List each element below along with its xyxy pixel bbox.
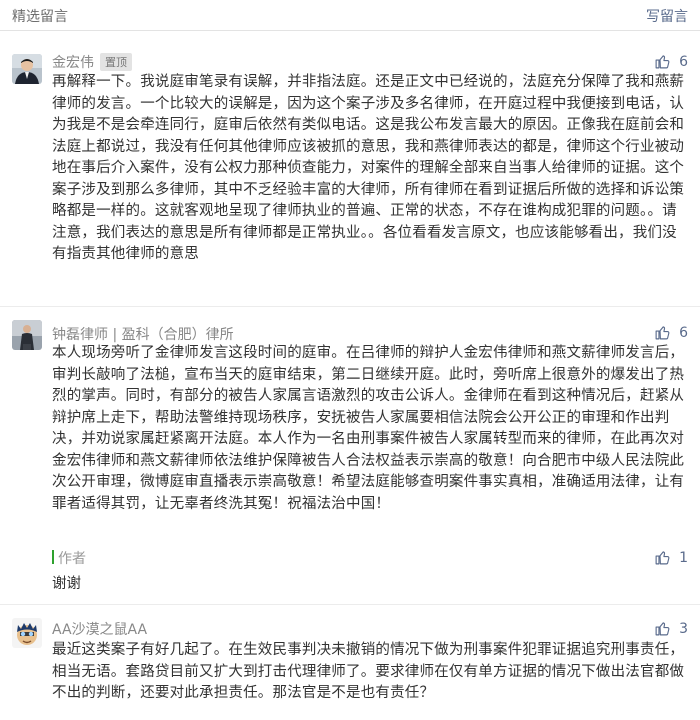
thumbs-up-icon bbox=[655, 55, 670, 69]
comment-text: 本人现场旁听了金律师发言这段时间的庭审。在吕律师的辩护人金宏伟律师和燕文薪律师发… bbox=[52, 345, 685, 512]
avatar[interactable] bbox=[12, 618, 42, 648]
comment-author[interactable]: AA沙漠之鼠AA bbox=[52, 619, 147, 639]
comment-divider bbox=[0, 604, 700, 605]
avatar[interactable] bbox=[12, 54, 42, 84]
write-comment-link[interactable]: 写留言 bbox=[646, 6, 688, 26]
pinned-badge: 置顶 bbox=[100, 53, 132, 71]
reply-like-button[interactable]: 1 bbox=[654, 549, 688, 566]
author-reply-text: 谢谢 bbox=[52, 576, 81, 592]
thumbs-up-icon bbox=[655, 551, 670, 565]
like-count: 6 bbox=[679, 324, 688, 341]
like-button[interactable]: 6 bbox=[654, 53, 688, 70]
comment-author[interactable]: 金宏伟 置顶 bbox=[52, 52, 132, 72]
comment-text: 再解释一下。我说庭审笔录有误解，并非指法庭。还是正文中已经说的，法庭充分保障了我… bbox=[52, 74, 685, 262]
like-count: 3 bbox=[679, 620, 688, 637]
comment-text: 最近这类案子有好几起了。在生效民事判决未撤销的情况下做为刑事案件犯罪证据追究刑事… bbox=[52, 642, 685, 701]
like-button[interactable]: 6 bbox=[654, 324, 688, 341]
like-button[interactable]: 3 bbox=[654, 620, 688, 637]
like-count: 1 bbox=[679, 549, 688, 566]
author-reply-label: 作者 bbox=[58, 551, 86, 567]
comment-divider bbox=[0, 306, 700, 307]
thumbs-up-icon bbox=[655, 622, 670, 636]
avatar[interactable] bbox=[12, 320, 42, 350]
like-count: 6 bbox=[679, 53, 688, 70]
featured-comments-title: 精选留言 bbox=[12, 9, 68, 25]
thumbs-up-icon bbox=[655, 326, 670, 340]
comment-author[interactable]: 钟磊律师 | 盈科（合肥）律所 bbox=[52, 324, 234, 344]
author-name: AA沙漠之鼠AA bbox=[52, 622, 148, 638]
author-reply-marker bbox=[52, 550, 54, 564]
author-name: 金宏伟 bbox=[52, 55, 94, 71]
author-name: 钟磊律师 | 盈科（合肥）律所 bbox=[52, 327, 234, 343]
comments-header: 精选留言 写留言 bbox=[0, 0, 700, 31]
